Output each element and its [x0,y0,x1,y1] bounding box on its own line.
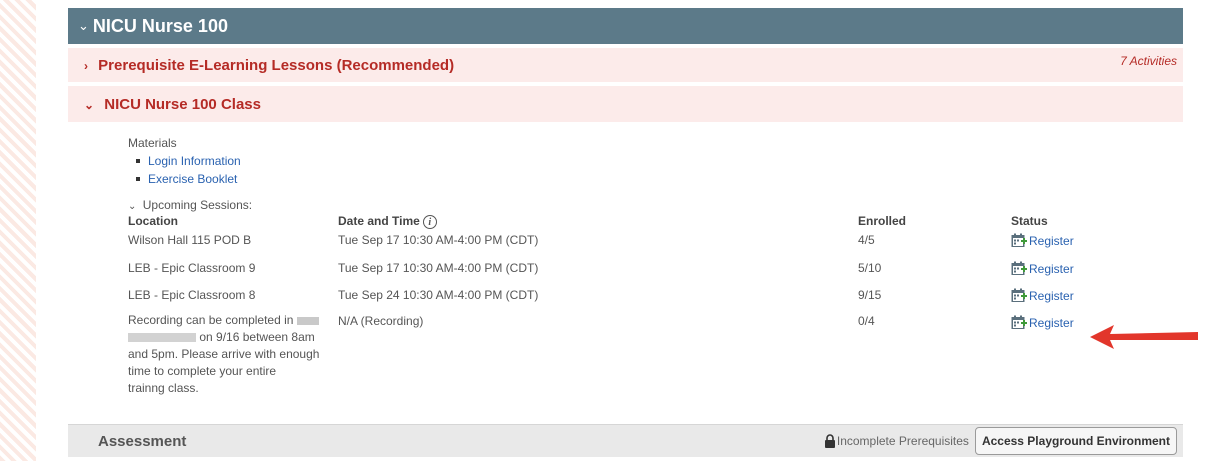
assessment-row: Assessment Incomplete Prerequisites Acce… [68,424,1183,457]
session-location-recording: Recording can be completed in on 9/16 be… [128,313,320,395]
calendar-add-icon [1011,261,1027,275]
chevron-down-icon: ⌄ [84,97,95,112]
info-icon[interactable]: i [422,215,437,229]
register-button[interactable]: Register [1011,288,1074,303]
calendar-add-icon [1011,233,1027,247]
assessment-title: Assessment [98,432,187,450]
course-panel: ⌄ NICU Nurse 100 › Prerequisite E-Learni… [68,8,1183,427]
lock-icon [824,434,835,448]
course-header[interactable]: ⌄ NICU Nurse 100 [68,8,1183,44]
calendar-add-icon [1011,288,1027,302]
group-prerequisite-elearning[interactable]: › Prerequisite E-Learning Lessons (Recom… [68,48,1183,82]
access-playground-button[interactable]: Access Playground Environment [974,427,1177,455]
calendar-add-icon [1011,315,1027,329]
session-datetime: Tue Sep 24 10:30 AM-4:00 PM (CDT) [338,288,539,302]
group-title: Prerequisite E-Learning Lessons (Recomme… [98,56,455,74]
header-status: Status [1011,214,1048,228]
material-link-login-information[interactable]: Login Information [136,154,241,168]
activities-count: 7 Activities [1120,54,1177,68]
group-nicu-class[interactable]: ⌄ NICU Nurse 100 Class [68,86,1183,122]
red-arrow-icon [1090,325,1198,349]
session-enrolled: 4/5 [858,233,875,247]
register-button[interactable]: Register [1011,233,1074,248]
session-location: Wilson Hall 115 POD B [128,233,252,247]
session-datetime: Tue Sep 17 10:30 AM-4:00 PM (CDT) [338,261,539,275]
incomplete-prerequisites: Incomplete Prerequisites Access Playgrou… [824,427,1177,455]
session-enrolled: 5/10 [858,261,882,275]
chevron-right-icon: › [84,58,88,73]
session-enrolled: 9/15 [858,288,882,302]
redacted-text [296,316,319,325]
session-datetime: N/A (Recording) [338,314,424,328]
material-link-exercise-booklet[interactable]: Exercise Booklet [136,172,237,186]
header-date-time: Date and Time i [338,214,437,229]
header-location: Location [128,214,178,228]
course-title: NICU Nurse 100 [92,15,228,36]
register-button[interactable]: Register [1011,261,1074,276]
bullet-icon [136,177,140,181]
chevron-down-icon: ⌄ [128,201,137,212]
group-title: NICU Nurse 100 Class [104,95,261,113]
upcoming-sessions-label: Upcoming Sessions: [142,198,253,212]
header-enrolled: Enrolled [858,214,907,228]
session-location: LEB - Epic Classroom 8 [128,288,256,302]
session-datetime: Tue Sep 17 10:30 AM-4:00 PM (CDT) [338,233,539,247]
redacted-text [128,333,196,343]
session-enrolled: 0/4 [858,314,875,328]
chevron-down-icon: ⌄ [78,18,89,33]
class-content: Materials Login Information Exercise Boo… [68,122,1183,427]
session-location: LEB - Epic Classroom 9 [128,261,256,275]
decorative-stripes [0,0,36,461]
register-button[interactable]: Register [1011,315,1074,330]
upcoming-sessions-toggle[interactable]: ⌄ Upcoming Sessions: [128,198,252,212]
materials-label: Materials [128,136,177,150]
bullet-icon [136,159,140,163]
